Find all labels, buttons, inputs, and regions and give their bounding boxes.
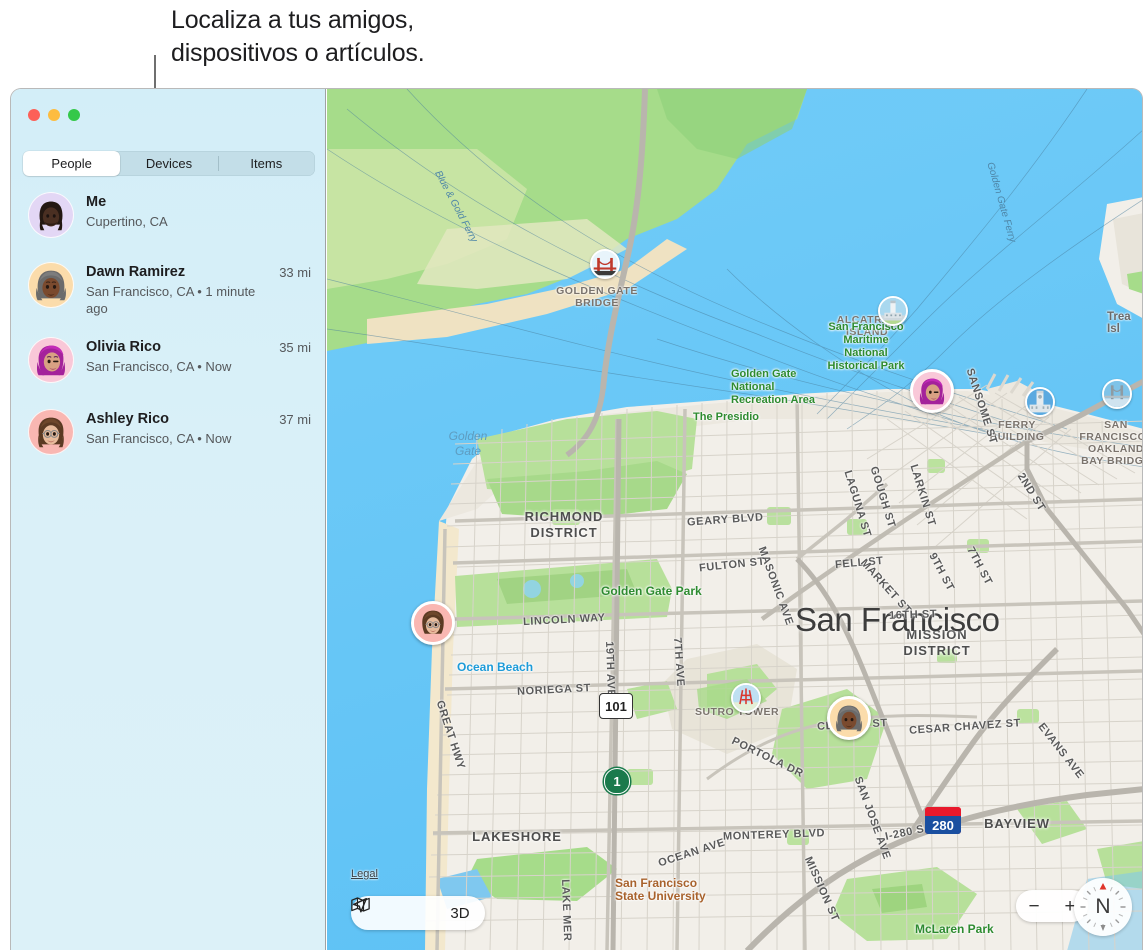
- compass-north-label: N: [1095, 895, 1111, 918]
- list-item-info: Olivia Rico San Francisco, CA • Now: [86, 337, 279, 375]
- list-item[interactable]: Olivia Rico San Francisco, CA • Now 35 m…: [11, 337, 325, 383]
- people-list: Me Cupertino, CA Dawn Ramirez San Franci…: [11, 192, 325, 476]
- window-traffic-lights: [28, 109, 80, 121]
- three-d-toggle[interactable]: 3D: [441, 899, 479, 927]
- alcatraz-island-pin[interactable]: [878, 296, 908, 326]
- tab-devices-label: Devices: [145, 156, 193, 171]
- sidebar: People Devices Items Me Cupertino, CA Da…: [11, 89, 326, 950]
- list-item[interactable]: Me Cupertino, CA: [11, 192, 325, 238]
- three-d-label: 3D: [450, 904, 470, 922]
- tab-devices[interactable]: Devices: [120, 151, 217, 176]
- compass-control[interactable]: N: [1074, 878, 1132, 936]
- list-item-info: Me Cupertino, CA: [86, 192, 311, 230]
- person-name: Olivia Rico: [86, 339, 161, 355]
- close-button[interactable]: [28, 109, 40, 121]
- avatar: [28, 337, 74, 383]
- list-item[interactable]: Dawn Ramirez San Francisco, CA • 1 minut…: [11, 262, 325, 317]
- minimize-button[interactable]: [48, 109, 60, 121]
- avatar: [28, 262, 74, 308]
- route-shield-101-label: 101: [605, 698, 627, 714]
- legal-link[interactable]: Legal: [351, 868, 378, 880]
- person-name: Ashley Rico: [86, 411, 169, 427]
- zoom-button[interactable]: [68, 109, 80, 121]
- route-shield-1: 1: [604, 768, 630, 794]
- person-pin-dawn-ramirez[interactable]: [827, 696, 871, 740]
- list-item[interactable]: Ashley Rico San Francisco, CA • Now 37 m…: [11, 409, 325, 455]
- route-shield-1-label: 1: [613, 773, 621, 789]
- zoom-out-button[interactable]: −: [1016, 897, 1052, 916]
- person-distance: 37 mi: [279, 412, 311, 427]
- person-pin-ashley-rico[interactable]: [411, 601, 455, 645]
- person-subtitle: San Francisco, CA • Now: [86, 359, 232, 374]
- screenshot-root: Localiza a tus amigos, dispositivos o ar…: [0, 0, 1144, 950]
- person-subtitle: Cupertino, CA: [86, 214, 168, 229]
- tab-items-label: Items: [250, 156, 283, 171]
- map-canvas[interactable]: Golden Gate Blue & Gold Ferry Golden Gat…: [327, 89, 1142, 950]
- list-item-info: Ashley Rico San Francisco, CA • Now: [86, 409, 279, 447]
- tab-people[interactable]: People: [23, 151, 121, 176]
- golden-gate-bridge-pin[interactable]: [590, 249, 620, 279]
- avatar: [28, 409, 74, 455]
- map-basemap: [327, 89, 1142, 950]
- person-subtitle: San Francisco, CA • 1 minute ago: [86, 284, 256, 316]
- person-subtitle: San Francisco, CA • Now: [86, 431, 232, 446]
- sutro-tower-pin[interactable]: [731, 683, 761, 713]
- person-distance: 33 mi: [279, 265, 311, 280]
- tab-people-label: People: [51, 156, 92, 171]
- avatar: [28, 192, 74, 238]
- route-shield-280: 280: [925, 807, 961, 834]
- bay-bridge-pin[interactable]: [1102, 379, 1132, 409]
- route-shield-101: 101: [599, 693, 633, 719]
- map-icon[interactable]: [351, 897, 437, 927]
- person-name: Dawn Ramirez: [86, 264, 186, 280]
- person-name: Me: [86, 194, 107, 210]
- tab-items[interactable]: Items: [217, 151, 315, 176]
- segmented-tab-bar: People Devices Items: [23, 151, 315, 176]
- person-pin-olivia-rico[interactable]: [910, 369, 954, 413]
- route-shield-280-label: 280: [932, 817, 954, 833]
- person-distance: 35 mi: [279, 340, 311, 355]
- ferry-building-pin[interactable]: [1025, 387, 1055, 417]
- find-my-window: People Devices Items Me Cupertino, CA Da…: [10, 88, 1143, 950]
- list-item-info: Dawn Ramirez San Francisco, CA • 1 minut…: [86, 262, 279, 317]
- map-controls-pill: 3D: [351, 896, 485, 930]
